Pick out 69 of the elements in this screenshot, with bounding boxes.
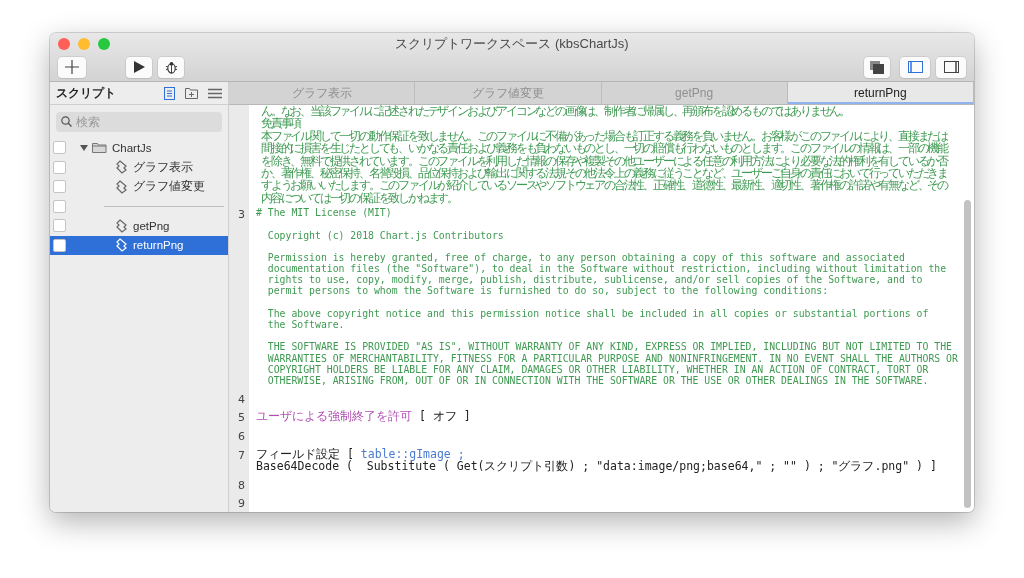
- left-pane-button[interactable]: [900, 56, 930, 78]
- comment-line: 間接的に損害を生じたとしても、いかなる責任および義務をも負わないものとし、一切の賠償も行わないものとします。このファイルの情報は、一部の機能: [260, 142, 947, 155]
- plus-icon: [65, 60, 79, 74]
- search-icon: [61, 116, 72, 127]
- window-title: スクリプトワークスペース (kbsChartJs): [395, 35, 629, 53]
- debug-button[interactable]: [158, 56, 184, 78]
- script-step: ユーザによる強制終了を許可 [ オフ ]: [256, 410, 471, 423]
- script-icon: [116, 160, 128, 175]
- checkbox[interactable]: [53, 219, 66, 233]
- line-number: 8: [238, 479, 245, 492]
- windows-button[interactable]: [864, 56, 890, 78]
- comment-line: 本ファイル関して一切の動作保証を致しません。このファイルに不備があった場合も訂正する義務を負いません。お客様がこのファイルにより、直接または: [260, 129, 947, 143]
- line-number: 4: [238, 392, 245, 406]
- script-list-item[interactable]: ChartJs: [50, 138, 228, 158]
- right-pane-button[interactable]: [936, 56, 966, 78]
- script-tab[interactable]: returnPng: [787, 82, 974, 104]
- comment-line: THE SOFTWARE IS PROVIDED "AS IS", WITHOUT WARRANTY OF ANY KIND, EXPRESS OR IMPLIED, INCLUDING BUT NOT LIMITED TO THE: [266, 341, 953, 353]
- comment-line: 内容については一切の保証を致しかねます。: [260, 191, 457, 205]
- script-step: Base64Decode ( Substitute ( Get(スクリプト引数) ; "data:image/png;base64," ; "" ) ; "グラフ.png" ) ]: [256, 460, 937, 473]
- comment-line: すようお願いいたします。このファイルが紹介しているソースやソフトウェアの合法性、正確性、道徳性、最新性、適切性、著作権の許諾や有無など、その: [260, 179, 947, 192]
- new-folder-icon[interactable]: [185, 87, 198, 99]
- checkbox[interactable]: [53, 238, 66, 252]
- script-icon: [116, 218, 128, 233]
- comment-line: WARRANTIES OF MERCHANTABILITY, FITNESS FOR A PARTICULAR PURPOSE AND NONINFRINGEMENT. IN NO EVENT SHALL THE AUTHORS OR: [266, 352, 958, 364]
- comment-line: The above copyright notice and this permission notice shall be included in all copies or substantial portions of: [266, 307, 930, 319]
- search-field[interactable]: 検索: [56, 112, 222, 132]
- separator-icon[interactable]: [208, 87, 222, 99]
- left-sidebar-icon: [907, 61, 923, 73]
- right-sidebar-icon: [943, 61, 959, 73]
- comment-line: OTHERWISE, ARISING FROM, OUT OF OR IN CONNECTION WITH THE SOFTWARE OR THE USE OR OTHER DEALINGS IN THE SOFTWARE.: [266, 374, 930, 387]
- comment-line: rights to use, copy, modify, merge, publish, distribute, sublicense, and/or sell copies of the Software, and to: [266, 274, 924, 286]
- comment-line: を除き、無料で提供されています。このファイルを利用した情報の保存や複製その他ユーザーによる任意の利用方法により必要な法的権利を有しているか否: [260, 154, 947, 167]
- line-number: 7: [238, 448, 245, 462]
- close-button[interactable]: [58, 38, 70, 50]
- play-icon: [133, 61, 145, 73]
- line-number: 5: [238, 411, 245, 425]
- script-icon: [116, 238, 128, 253]
- comment-line: permit persons to whom the Software is furnished to do so, subject to the following conditions:: [266, 285, 830, 297]
- scrollbar[interactable]: [964, 200, 971, 508]
- sidebar-title: スクリプト: [56, 85, 117, 101]
- comment-line: COPYRIGHT HOLDERS BE LIABLE FOR ANY CLAIM, DAMAGES OR OTHER LIABILITY, WHETHER IN AN ACTION OF CONTRACT, TORT OR: [266, 363, 930, 375]
- script-icon: [116, 179, 128, 194]
- script-step: フィールド設定 [ table::gImage ;: [256, 447, 937, 461]
- new-script-button[interactable]: [58, 56, 86, 78]
- script-list-item[interactable]: getPng: [50, 216, 228, 236]
- bug-icon: [164, 60, 178, 74]
- comment-line: the Software.: [266, 319, 346, 331]
- checkbox[interactable]: [53, 180, 66, 194]
- comment-line: Permission is hereby granted, free of charge, to any person obtaining a copy of this software and associated: [266, 251, 906, 264]
- stacked-windows-icon: [870, 60, 884, 74]
- comment-line: 免責事項: [260, 117, 301, 130]
- comment-line: # The MIT License (MIT): [256, 207, 393, 219]
- expanded-triangle-icon[interactable]: [80, 143, 88, 152]
- script-list-item[interactable]: returnPng: [50, 235, 228, 255]
- comment-line: documentation files (the "Software"), to deal in the Software without restriction, including without limitation the: [266, 263, 948, 275]
- document-icon[interactable]: [164, 86, 175, 100]
- line-number: 6: [238, 430, 245, 444]
- run-button[interactable]: [126, 56, 152, 78]
- folder-icon: [92, 142, 107, 154]
- checkbox[interactable]: [53, 160, 66, 174]
- checkbox[interactable]: [53, 141, 66, 155]
- checkbox[interactable]: [53, 199, 66, 213]
- script-list-item[interactable]: グラフ値変更: [50, 177, 228, 197]
- line-number: 3: [238, 208, 245, 222]
- line-number: 9: [238, 497, 245, 511]
- script-list-item[interactable]: グラフ表示: [50, 157, 228, 177]
- comment-line: ん。なお、当該ファイルに記述されたデザインおよびアイコンなどの画像は、制作者に帰属し、再頒布を認めるものではありません。: [260, 105, 850, 118]
- comment-line: Copyright (c) 2018 Chart.js Contributors: [266, 229, 505, 241]
- comment-line: か、著作権、秘密保持、名誉毀損、品位保持および輸出に関する法規その他法令上の義務に従うことなど、ユーザーご自身の責任において行っていただきま: [260, 166, 947, 180]
